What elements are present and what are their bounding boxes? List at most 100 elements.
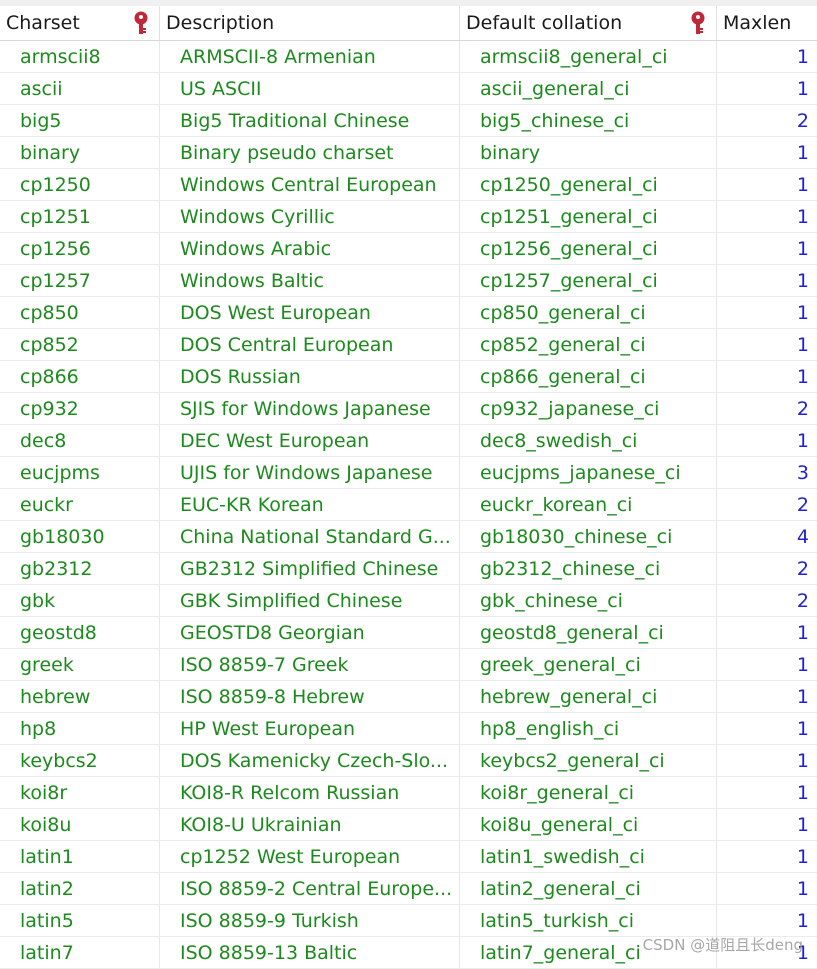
- cell-default-collation[interactable]: cp1256_general_ci: [460, 233, 717, 264]
- table-row[interactable]: latin2 ISO 8859-2 Central Europe... latin2…: [0, 873, 817, 905]
- cell-default-collation[interactable]: gb2312_chinese_ci: [460, 553, 717, 584]
- cell-description[interactable]: Windows Baltic: [160, 265, 460, 296]
- table-row[interactable]: ascii US ASCII ascii_general_ci 1: [0, 73, 817, 105]
- cell-maxlen[interactable]: 1: [717, 745, 817, 776]
- cell-description[interactable]: GEOSTD8 Georgian: [160, 617, 460, 648]
- cell-maxlen[interactable]: 1: [717, 809, 817, 840]
- cell-maxlen[interactable]: 4: [717, 521, 817, 552]
- cell-description[interactable]: DOS Central European: [160, 329, 460, 360]
- cell-default-collation[interactable]: euckr_korean_ci: [460, 489, 717, 520]
- cell-maxlen[interactable]: 1: [717, 233, 817, 264]
- cell-default-collation[interactable]: ascii_general_ci: [460, 73, 717, 104]
- cell-maxlen[interactable]: 1: [717, 41, 817, 72]
- table-row[interactable]: cp1257 Windows Baltic cp1257_general_ci 1: [0, 265, 817, 297]
- cell-charset[interactable]: big5: [0, 105, 160, 136]
- table-row[interactable]: geostd8 GEOSTD8 Georgian geostd8_general_c…: [0, 617, 817, 649]
- table-row[interactable]: greek ISO 8859-7 Greek greek_general_ci 1: [0, 649, 817, 681]
- table-row[interactable]: cp1251 Windows Cyrillic cp1251_general_ci 1: [0, 201, 817, 233]
- table-row[interactable]: cp850 DOS West European cp850_general_ci 1: [0, 297, 817, 329]
- cell-charset[interactable]: hp8: [0, 713, 160, 744]
- cell-maxlen[interactable]: 2: [717, 393, 817, 424]
- cell-description[interactable]: Windows Central European: [160, 169, 460, 200]
- cell-default-collation[interactable]: keybcs2_general_ci: [460, 745, 717, 776]
- cell-description[interactable]: DOS West European: [160, 297, 460, 328]
- cell-charset[interactable]: cp1256: [0, 233, 160, 264]
- table-row[interactable]: binary Binary pseudo charset binary 1: [0, 137, 817, 169]
- cell-charset[interactable]: gb2312: [0, 553, 160, 584]
- cell-charset[interactable]: cp1251: [0, 201, 160, 232]
- cell-default-collation[interactable]: cp852_general_ci: [460, 329, 717, 360]
- cell-charset[interactable]: eucjpms: [0, 457, 160, 488]
- cell-charset[interactable]: cp1250: [0, 169, 160, 200]
- cell-default-collation[interactable]: binary: [460, 137, 717, 168]
- cell-description[interactable]: KOI8-U Ukrainian: [160, 809, 460, 840]
- cell-description[interactable]: DOS Russian: [160, 361, 460, 392]
- cell-maxlen[interactable]: 1: [717, 425, 817, 456]
- column-header-default-collation[interactable]: Default collation: [460, 6, 717, 40]
- cell-charset[interactable]: armscii8: [0, 41, 160, 72]
- table-row[interactable]: hp8 HP West European hp8_english_ci 1: [0, 713, 817, 745]
- cell-description[interactable]: ISO 8859-8 Hebrew: [160, 681, 460, 712]
- cell-maxlen[interactable]: 1: [717, 873, 817, 904]
- cell-maxlen[interactable]: 2: [717, 489, 817, 520]
- cell-maxlen[interactable]: 2: [717, 585, 817, 616]
- cell-charset[interactable]: cp866: [0, 361, 160, 392]
- table-row[interactable]: gb18030 China National Standard G... gb180…: [0, 521, 817, 553]
- cell-maxlen[interactable]: 1: [717, 649, 817, 680]
- cell-charset[interactable]: latin7: [0, 937, 160, 968]
- cell-default-collation[interactable]: cp1257_general_ci: [460, 265, 717, 296]
- table-row[interactable]: cp1250 Windows Central European cp1250_gen…: [0, 169, 817, 201]
- cell-charset[interactable]: geostd8: [0, 617, 160, 648]
- cell-charset[interactable]: binary: [0, 137, 160, 168]
- cell-default-collation[interactable]: koi8u_general_ci: [460, 809, 717, 840]
- column-header-maxlen[interactable]: Maxlen: [717, 6, 817, 40]
- column-header-charset[interactable]: Charset: [0, 6, 160, 40]
- cell-maxlen[interactable]: 1: [717, 297, 817, 328]
- cell-charset[interactable]: latin5: [0, 905, 160, 936]
- cell-description[interactable]: Windows Arabic: [160, 233, 460, 264]
- cell-default-collation[interactable]: latin5_turkish_ci: [460, 905, 717, 936]
- table-row[interactable]: dec8 DEC West European dec8_swedish_ci 1: [0, 425, 817, 457]
- table-row[interactable]: big5 Big5 Traditional Chinese big5_chinese…: [0, 105, 817, 137]
- table-row[interactable]: eucjpms UJIS for Windows Japanese eucjpms_…: [0, 457, 817, 489]
- cell-default-collation[interactable]: cp1250_general_ci: [460, 169, 717, 200]
- cell-charset[interactable]: koi8r: [0, 777, 160, 808]
- cell-maxlen[interactable]: 1: [717, 777, 817, 808]
- cell-description[interactable]: China National Standard G...: [160, 521, 460, 552]
- cell-charset[interactable]: latin2: [0, 873, 160, 904]
- cell-default-collation[interactable]: greek_general_ci: [460, 649, 717, 680]
- cell-charset[interactable]: dec8: [0, 425, 160, 456]
- cell-default-collation[interactable]: latin2_general_ci: [460, 873, 717, 904]
- cell-default-collation[interactable]: cp932_japanese_ci: [460, 393, 717, 424]
- cell-charset[interactable]: keybcs2: [0, 745, 160, 776]
- cell-description[interactable]: ISO 8859-2 Central Europe...: [160, 873, 460, 904]
- cell-default-collation[interactable]: cp850_general_ci: [460, 297, 717, 328]
- table-row[interactable]: gbk GBK Simplified Chinese gbk_chinese_ci 2: [0, 585, 817, 617]
- cell-charset[interactable]: cp1257: [0, 265, 160, 296]
- table-row[interactable]: cp932 SJIS for Windows Japanese cp932_japa…: [0, 393, 817, 425]
- table-row[interactable]: hebrew ISO 8859-8 Hebrew hebrew_general_ci…: [0, 681, 817, 713]
- cell-charset[interactable]: koi8u: [0, 809, 160, 840]
- cell-description[interactable]: ISO 8859-9 Turkish: [160, 905, 460, 936]
- cell-charset[interactable]: cp852: [0, 329, 160, 360]
- cell-maxlen[interactable]: 1: [717, 361, 817, 392]
- cell-description[interactable]: ARMSCII-8 Armenian: [160, 41, 460, 72]
- table-row[interactable]: latin1 cp1252 West European latin1_swedish…: [0, 841, 817, 873]
- cell-default-collation[interactable]: eucjpms_japanese_ci: [460, 457, 717, 488]
- cell-maxlen[interactable]: 1: [717, 169, 817, 200]
- cell-description[interactable]: SJIS for Windows Japanese: [160, 393, 460, 424]
- table-row[interactable]: gb2312 GB2312 Simplified Chinese gb2312_ch…: [0, 553, 817, 585]
- table-row[interactable]: euckr EUC-KR Korean euckr_korean_ci 2: [0, 489, 817, 521]
- cell-charset[interactable]: ascii: [0, 73, 160, 104]
- table-row[interactable]: cp866 DOS Russian cp866_general_ci 1: [0, 361, 817, 393]
- cell-maxlen[interactable]: 1: [717, 617, 817, 648]
- cell-description[interactable]: HP West European: [160, 713, 460, 744]
- cell-charset[interactable]: gb18030: [0, 521, 160, 552]
- table-row[interactable]: koi8r KOI8-R Relcom Russian koi8r_general_…: [0, 777, 817, 809]
- cell-description[interactable]: UJIS for Windows Japanese: [160, 457, 460, 488]
- cell-maxlen[interactable]: 1: [717, 137, 817, 168]
- cell-maxlen[interactable]: 3: [717, 457, 817, 488]
- column-header-description[interactable]: Description: [160, 6, 460, 40]
- cell-description[interactable]: Windows Cyrillic: [160, 201, 460, 232]
- cell-description[interactable]: cp1252 West European: [160, 841, 460, 872]
